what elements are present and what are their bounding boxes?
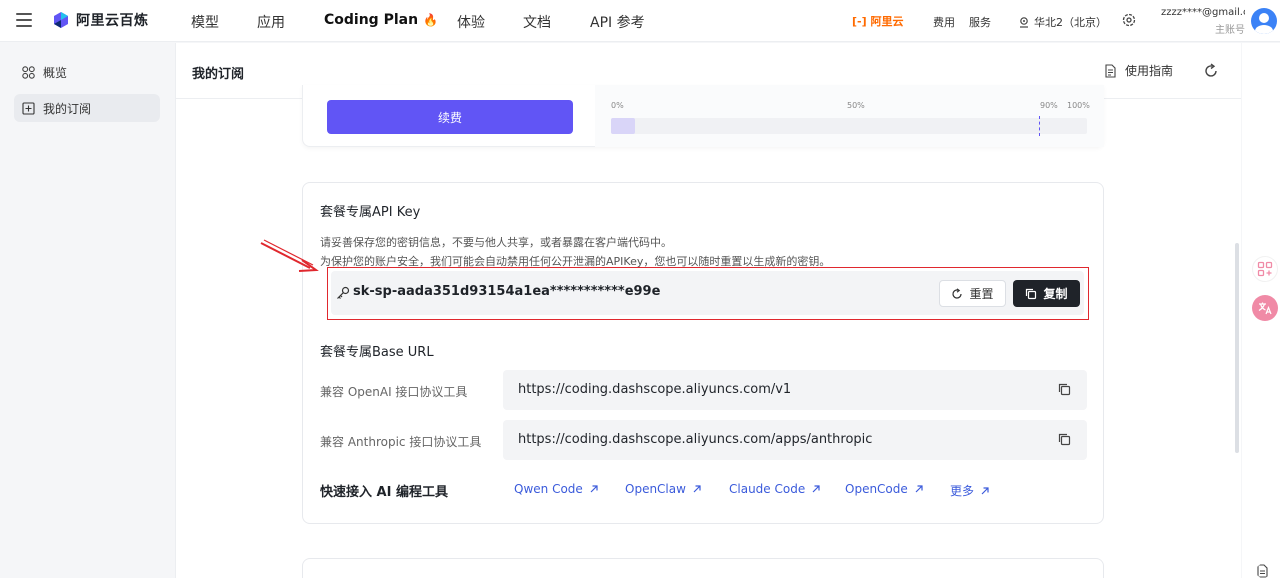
hamburger-menu-icon[interactable] bbox=[16, 13, 32, 27]
service-link[interactable]: 服务 bbox=[969, 14, 991, 30]
copy-icon[interactable] bbox=[1058, 433, 1071, 446]
refresh-icon[interactable] bbox=[1203, 63, 1219, 79]
api-config-card: 套餐专属API Key 请妥善保存您的密钥信息，不要与他人共享，或者暴露在客户端… bbox=[302, 182, 1104, 524]
sidebar-item-subscription[interactable]: 我的订阅 bbox=[14, 94, 160, 122]
sidebar-item-label: 我的订阅 bbox=[43, 101, 92, 116]
usage-progress-fill bbox=[611, 118, 635, 134]
usage-tick-90: 90% bbox=[1040, 101, 1058, 110]
tool-link-qwen-code[interactable]: Qwen Code bbox=[514, 482, 599, 496]
openai-url-field: https://coding.dashscope.aliyuncs.com/v1 bbox=[503, 370, 1087, 410]
usage-tick-50: 50% bbox=[847, 101, 865, 110]
tool-link-label: OpenClaw bbox=[625, 482, 686, 496]
nav-api-reference[interactable]: API 参考 bbox=[590, 12, 645, 32]
usage-warning-marker bbox=[1039, 116, 1041, 136]
main-content: 我的订阅 使用指南 续费 0% 50% 90% 100% 套餐专属API Key… bbox=[175, 43, 1241, 578]
plan-card: 续费 0% 50% 90% 100% bbox=[302, 85, 1104, 147]
copy-icon bbox=[1026, 288, 1037, 299]
usage-tick-100: 100% bbox=[1067, 101, 1090, 110]
reset-key-button[interactable]: 重置 bbox=[939, 280, 1006, 307]
avatar[interactable] bbox=[1251, 8, 1277, 34]
annotation-arrow-icon bbox=[260, 239, 319, 272]
usage-progress-bar bbox=[611, 116, 1087, 136]
key-icon bbox=[337, 286, 350, 299]
brand[interactable]: 阿里云百炼 bbox=[52, 10, 149, 30]
sidebar: 概览 我的订阅 bbox=[0, 43, 174, 578]
tool-link-label: Claude Code bbox=[729, 482, 806, 496]
renew-button[interactable]: 续费 bbox=[327, 100, 573, 134]
anthropic-url-label: 兼容 Anthropic 接口协议工具 bbox=[320, 435, 482, 449]
nav-coding-plan[interactable]: Coding Plan 🔥 bbox=[324, 12, 438, 28]
floating-apps-button[interactable] bbox=[1252, 256, 1278, 282]
user-avatar-icon bbox=[1255, 13, 1273, 34]
account-role: 主账号 bbox=[1215, 25, 1245, 36]
external-arrow-icon bbox=[693, 485, 701, 493]
api-key-value[interactable]: sk-sp-aada351d93154a1ea***********e99e bbox=[353, 284, 660, 299]
external-arrow-icon bbox=[981, 486, 989, 494]
region-label: 华北2（北京） bbox=[1034, 16, 1107, 29]
external-arrow-icon bbox=[812, 485, 820, 493]
nav-playground[interactable]: 体验 bbox=[457, 12, 485, 32]
sidebar-item-overview[interactable]: 概览 bbox=[14, 58, 160, 86]
api-key-highlight-box: sk-sp-aada351d93154a1ea***********e99e 重… bbox=[327, 267, 1089, 320]
next-section-card bbox=[302, 558, 1104, 578]
apps-grid-icon bbox=[1257, 261, 1273, 277]
tool-link-opencode[interactable]: OpenCode bbox=[845, 482, 924, 496]
tool-link-label: 更多 bbox=[950, 484, 975, 498]
base-url-title: 套餐专属Base URL bbox=[320, 345, 434, 360]
user-guide-link[interactable]: 使用指南 bbox=[1104, 62, 1173, 79]
top-navigation-bar: 阿里云百炼 模型 应用 Coding Plan 🔥 体验 文档 API 参考 [… bbox=[0, 0, 1280, 42]
floating-translate-button[interactable] bbox=[1252, 295, 1278, 321]
tool-link-openclaw[interactable]: OpenClaw bbox=[625, 482, 702, 496]
nav-docs[interactable]: 文档 bbox=[523, 12, 551, 32]
billing-link[interactable]: 费用 bbox=[933, 14, 955, 30]
openai-url-label: 兼容 OpenAI 接口协议工具 bbox=[320, 385, 468, 399]
region-selector[interactable]: 华北2（北京） bbox=[1018, 14, 1107, 30]
scrollbar[interactable] bbox=[1235, 243, 1239, 453]
reset-key-label: 重置 bbox=[969, 287, 994, 301]
user-guide-label: 使用指南 bbox=[1125, 64, 1174, 78]
reset-icon bbox=[952, 287, 963, 299]
translate-icon bbox=[1258, 302, 1272, 315]
api-key-row: sk-sp-aada351d93154a1ea***********e99e 重… bbox=[331, 271, 1084, 315]
anthropic-url-value[interactable]: https://coding.dashscope.aliyuncs.com/ap… bbox=[518, 432, 872, 447]
account-email: zzzz****@gmail.c... bbox=[1161, 7, 1245, 18]
bailian-logo-icon bbox=[54, 12, 68, 28]
nav-coding-plan-label: Coding Plan bbox=[324, 12, 419, 28]
api-key-title: 套餐专属API Key bbox=[320, 205, 421, 220]
copy-key-button[interactable]: 复制 bbox=[1013, 280, 1080, 307]
aliyun-logo[interactable]: [-] 阿里云 bbox=[852, 13, 903, 29]
ai-tools-title: 快速接入 AI 编程工具 bbox=[320, 485, 448, 500]
tool-link-label: Qwen Code bbox=[514, 482, 583, 496]
external-arrow-icon bbox=[915, 485, 923, 493]
copy-key-label: 复制 bbox=[1043, 287, 1068, 301]
copy-icon[interactable] bbox=[1058, 383, 1071, 396]
subscription-icon bbox=[22, 101, 35, 115]
brand-name: 阿里云百炼 bbox=[76, 13, 149, 29]
external-arrow-icon bbox=[590, 485, 598, 493]
gear-icon[interactable] bbox=[1121, 12, 1137, 28]
tool-link-more[interactable]: 更多 bbox=[950, 482, 990, 499]
page-title: 我的订阅 bbox=[192, 67, 245, 82]
nav-apps[interactable]: 应用 bbox=[257, 12, 285, 32]
tool-link-claude-code[interactable]: Claude Code bbox=[729, 482, 821, 496]
feedback-doc-icon[interactable] bbox=[1256, 564, 1270, 578]
document-icon bbox=[1105, 63, 1116, 78]
nav-models[interactable]: 模型 bbox=[191, 12, 219, 32]
account-info[interactable]: zzzz****@gmail.c... 主账号 bbox=[1161, 7, 1245, 36]
openai-url-value[interactable]: https://coding.dashscope.aliyuncs.com/v1 bbox=[518, 382, 791, 397]
overview-icon bbox=[22, 65, 35, 79]
flame-icon: 🔥 bbox=[422, 13, 438, 27]
usage-panel: 0% 50% 90% 100% bbox=[595, 85, 1104, 147]
usage-tick-0: 0% bbox=[611, 101, 624, 110]
api-key-note-1: 请妥善保存您的密钥信息，不要与他人共享，或者暴露在客户端代码中。 bbox=[320, 236, 672, 249]
location-icon bbox=[1020, 17, 1028, 28]
anthropic-url-field: https://coding.dashscope.aliyuncs.com/ap… bbox=[503, 420, 1087, 460]
sidebar-item-label: 概览 bbox=[43, 65, 68, 80]
tool-link-label: OpenCode bbox=[845, 482, 908, 496]
